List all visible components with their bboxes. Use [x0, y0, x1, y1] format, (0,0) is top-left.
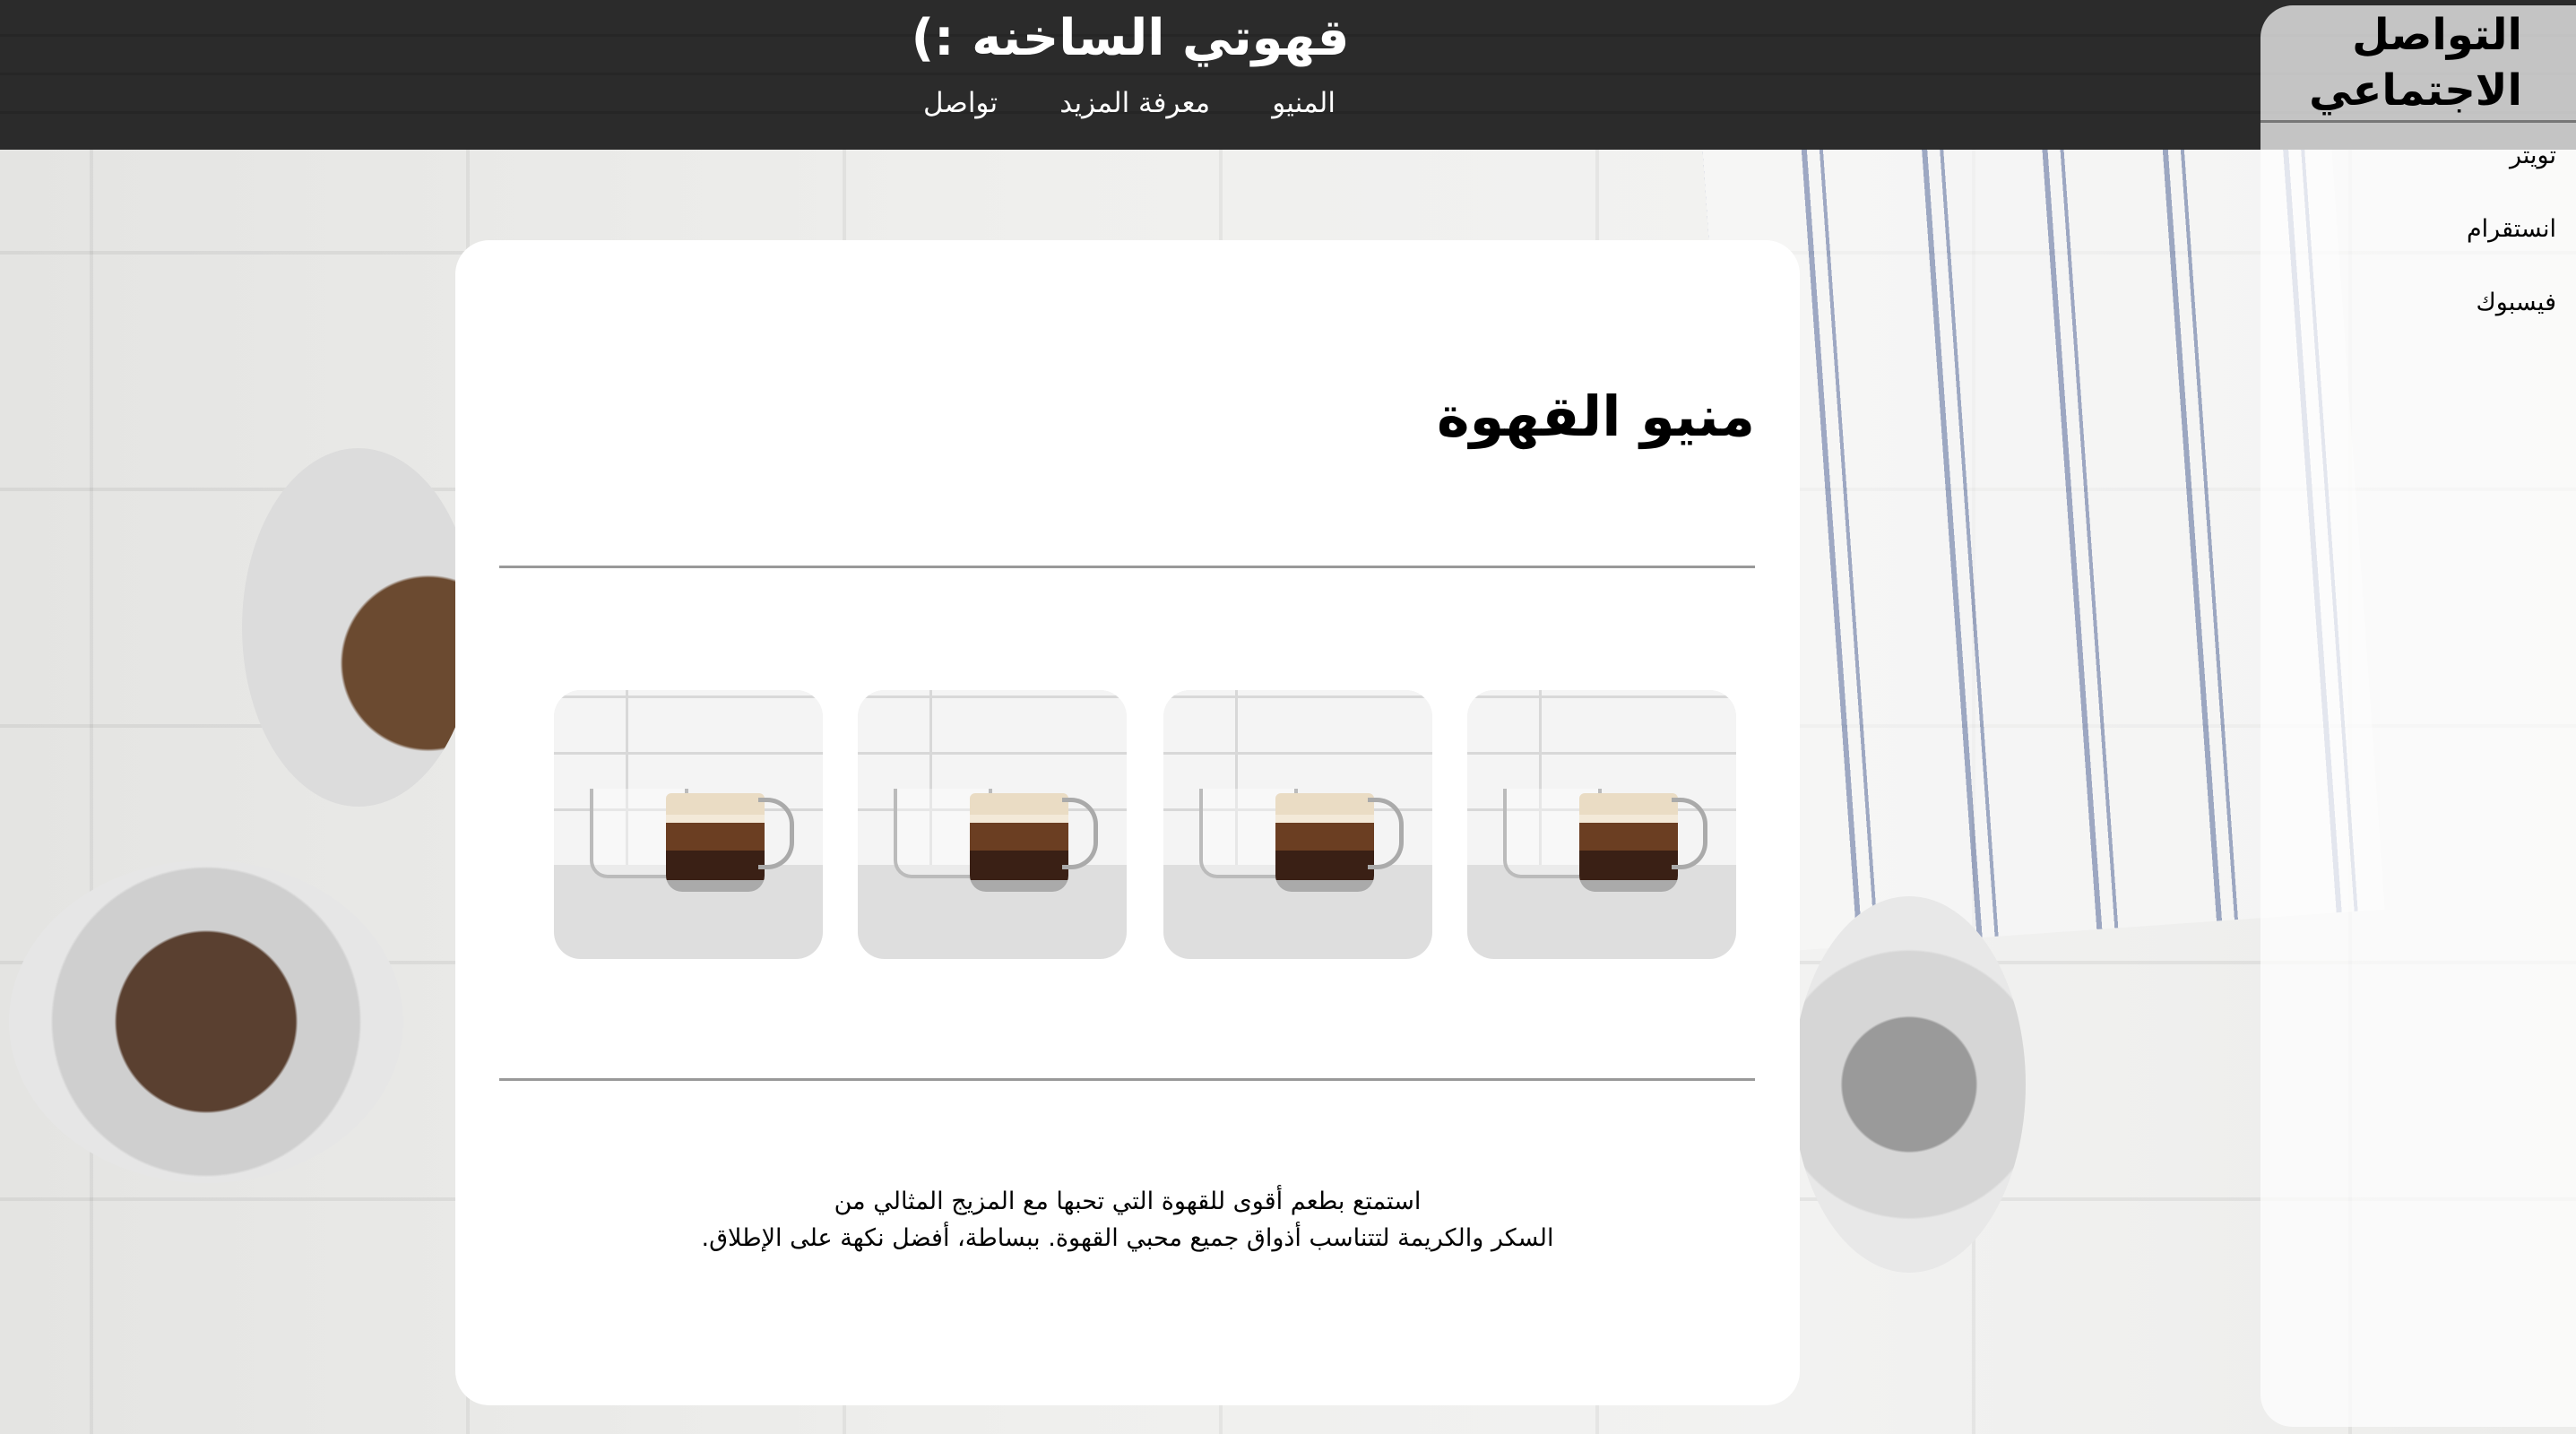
divider-bottom: [499, 1078, 1755, 1081]
twitter-link[interactable]: تويتر: [2510, 142, 2556, 169]
menu-card: منيو القهوة استمتع بطعم أقوى للقهوة التي…: [455, 240, 1800, 1405]
social-sidebar: التواصل الاجتماعي تويتر انستقرام فيسبوك: [2260, 5, 2576, 1427]
coffee-image: [554, 690, 823, 959]
header: قهوتي الساخنه :) المنيو معرفة المزيد توا…: [0, 0, 2576, 150]
coffee-image: [858, 690, 1127, 959]
coffee-image: [1467, 690, 1736, 959]
menu-title: منيو القهوة: [1436, 384, 1755, 449]
facebook-link[interactable]: فيسبوك: [2477, 289, 2557, 316]
nav-contact[interactable]: تواصل: [923, 82, 998, 124]
menu-description: استمتع بطعم أقوى للقهوة التي تحبها مع ال…: [455, 1183, 1800, 1257]
background-jar: [242, 448, 475, 807]
sidebar-title-line2: الاجتماعي: [2309, 65, 2522, 116]
description-line2: السكر والكريمة لتتناسب أذواق جميع محبي ا…: [701, 1224, 1554, 1252]
description-line1: استمتع بطعم أقوى للقهوة التي تحبها مع ال…: [834, 1188, 1422, 1215]
nav-menu[interactable]: المنيو: [1272, 82, 1336, 124]
background-kettle: [1793, 896, 2026, 1273]
nav-learn-more[interactable]: معرفة المزيد: [1059, 82, 1210, 124]
background-coffee-jar: [9, 860, 403, 1183]
sidebar-title-line1: التواصل: [2352, 10, 2522, 60]
divider-top: [499, 566, 1755, 568]
main-nav: المنيو معرفة المزيد تواصل: [923, 82, 1336, 124]
instagram-link[interactable]: انستقرام: [2467, 215, 2556, 243]
site-title: قهوتي الساخنه :): [911, 9, 1350, 67]
coffee-image: [1163, 690, 1432, 959]
sidebar-title: التواصل الاجتماعي: [2309, 7, 2522, 118]
sidebar-divider: [2260, 120, 2576, 123]
